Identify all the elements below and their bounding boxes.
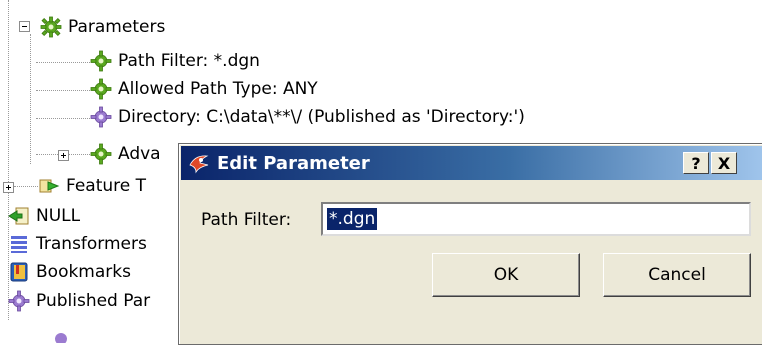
tree-item-bookmarks[interactable]: Bookmarks: [8, 258, 131, 286]
tree-item-published-parameters[interactable]: Published Par: [8, 287, 150, 315]
path-filter-input[interactable]: *.dgn: [321, 202, 751, 236]
tree-item-feature-types[interactable]: Feature T: [38, 172, 146, 200]
help-icon: ?: [691, 153, 701, 173]
expand-toggle[interactable]: [58, 150, 69, 161]
tree-item-label: Parameters: [68, 17, 166, 37]
cancel-button-label: Cancel: [648, 265, 706, 285]
purple-gear-icon: [50, 328, 72, 343]
tree-item-label: Feature T: [66, 176, 147, 196]
tree-item-path-filter[interactable]: Path Filter: *.dgn: [90, 47, 260, 75]
close-icon: X: [717, 153, 731, 173]
tree-connector: [30, 34, 32, 164]
fme-logo-icon: [187, 151, 211, 175]
tree-item-label: NULL: [36, 206, 81, 226]
tree-item-advanced[interactable]: Adva: [90, 140, 161, 168]
purple-gear-icon: [90, 106, 112, 128]
green-gear-icon: [90, 50, 112, 72]
tree-item-label: Bookmarks: [36, 262, 131, 282]
collapse-toggle[interactable]: [19, 21, 30, 32]
tree-item-label: Adva: [118, 144, 161, 164]
green-gear-icon: [40, 16, 62, 38]
tree-item-label: Allowed Path Type: ANY: [118, 79, 318, 99]
tree-item-transformers[interactable]: Transformers: [8, 230, 147, 258]
ok-button-label: OK: [493, 265, 519, 285]
green-gear-icon: [90, 143, 112, 165]
path-filter-value: *.dgn: [327, 208, 378, 230]
tree-connector: [36, 90, 90, 92]
path-filter-label: Path Filter:: [201, 210, 292, 230]
tree-connector: [36, 62, 90, 64]
help-button[interactable]: ?: [683, 152, 709, 174]
close-button[interactable]: X: [711, 152, 737, 174]
tree-item-partial: [50, 326, 72, 344]
tree-item-label: Published Par: [36, 291, 151, 311]
list-icon: [8, 233, 30, 255]
cancel-button[interactable]: Cancel: [603, 253, 751, 297]
tree-connector: [14, 186, 38, 188]
null-icon: [8, 205, 30, 227]
dialog-title: Edit Parameter: [217, 152, 370, 174]
tree-item-parameters[interactable]: Parameters: [40, 13, 165, 41]
tree-item-label: Transformers: [36, 234, 147, 254]
dialog-title-bar[interactable]: Edit Parameter ? X: [181, 146, 762, 180]
book-icon: [8, 261, 30, 283]
purple-gear-icon: [8, 290, 30, 312]
arrow-icon: [38, 175, 60, 197]
tree-item-null[interactable]: NULL: [8, 202, 80, 230]
ok-button[interactable]: OK: [432, 253, 580, 297]
edit-parameter-dialog: Edit Parameter ? X Path Filter: *.dgn OK…: [178, 143, 762, 345]
tree-item-allowed-path-type[interactable]: Allowed Path Type: ANY: [90, 75, 318, 103]
tree-item-label: Path Filter: *.dgn: [118, 51, 260, 71]
tree-item-label: Directory: C:\data\**\/ (Published as 'D…: [118, 107, 525, 127]
green-gear-icon: [90, 78, 112, 100]
expand-toggle[interactable]: [3, 182, 14, 193]
tree-connector: [36, 118, 90, 120]
tree-item-directory[interactable]: Directory: C:\data\**\/ (Published as 'D…: [90, 103, 525, 131]
